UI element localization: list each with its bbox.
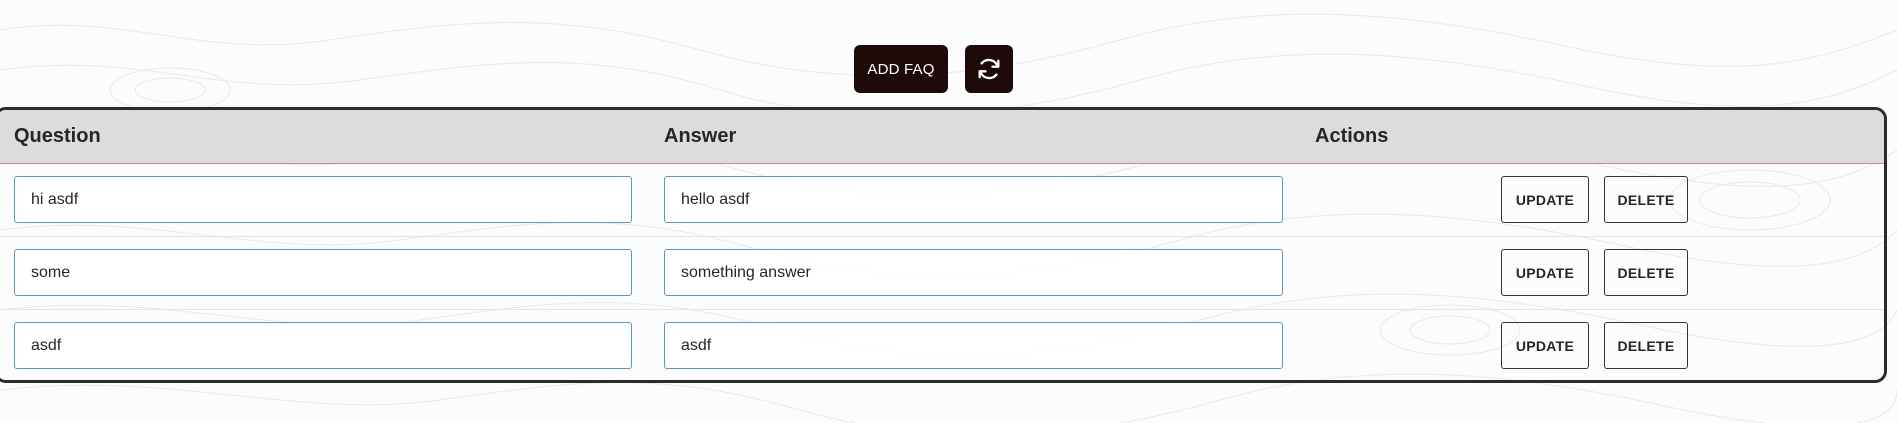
table-row: UPDATE DELETE [0,310,1884,380]
answer-input[interactable] [664,176,1283,223]
delete-button[interactable]: DELETE [1604,322,1688,369]
table-header: Question Answer Actions [0,110,1884,164]
answer-input[interactable] [664,322,1283,369]
table-row: UPDATE DELETE [0,164,1884,237]
column-header-actions: Actions [1315,125,1389,147]
update-button[interactable]: UPDATE [1501,322,1589,369]
question-input[interactable] [14,322,632,369]
question-input[interactable] [14,176,632,223]
delete-button[interactable]: DELETE [1604,176,1688,223]
table-row: UPDATE DELETE [0,237,1884,310]
update-button[interactable]: UPDATE [1501,249,1589,296]
column-header-answer: Answer [664,125,737,147]
answer-input[interactable] [664,249,1283,296]
faq-table: Question Answer Actions UPDATE DELETE UP… [0,107,1887,383]
add-faq-button[interactable]: ADD FAQ [854,45,948,93]
update-button[interactable]: UPDATE [1501,176,1589,223]
faq-admin-page: ADD FAQ Question Answer Actions UPDATE D… [0,0,1897,423]
refresh-button[interactable] [965,45,1013,93]
question-input[interactable] [14,249,632,296]
refresh-icon [978,58,1000,80]
delete-button[interactable]: DELETE [1604,249,1688,296]
column-header-question: Question [14,125,101,147]
faq-toolbar: ADD FAQ [854,45,1013,93]
